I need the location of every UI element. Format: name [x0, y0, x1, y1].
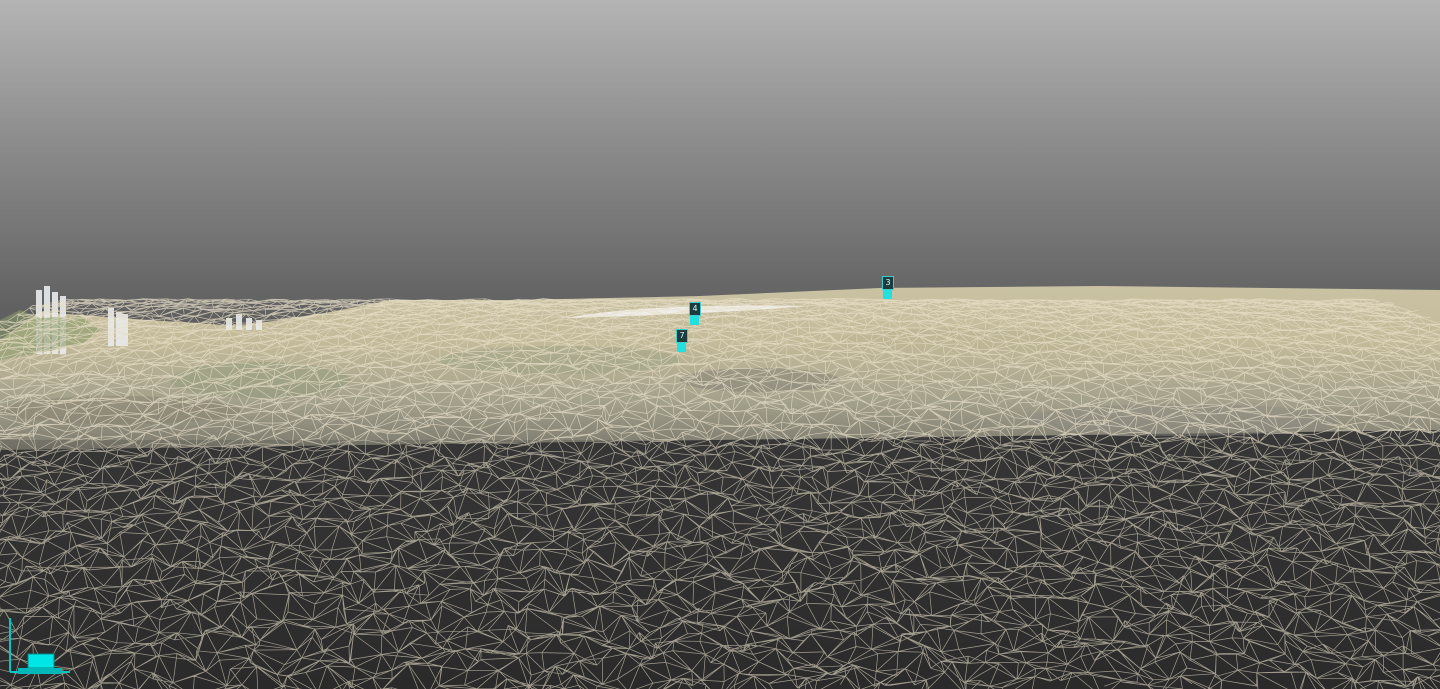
3d-viewport[interactable]: 3 4 7 — [0, 0, 1440, 689]
gcp-marker-label: 4 — [689, 302, 701, 316]
terrain-mesh[interactable] — [0, 0, 1440, 689]
gcp-marker-label: 7 — [676, 329, 688, 343]
gcp-marker-3[interactable]: 3 — [882, 276, 894, 300]
gcp-marker-4[interactable]: 4 — [689, 302, 701, 326]
gcp-marker-label: 3 — [882, 276, 894, 290]
gcp-marker-icon — [690, 316, 699, 325]
gcp-marker-7[interactable]: 7 — [676, 329, 688, 353]
gcp-marker-icon — [677, 343, 686, 352]
gcp-marker-icon — [883, 290, 892, 299]
axis-gizmo-icon — [9, 618, 70, 674]
